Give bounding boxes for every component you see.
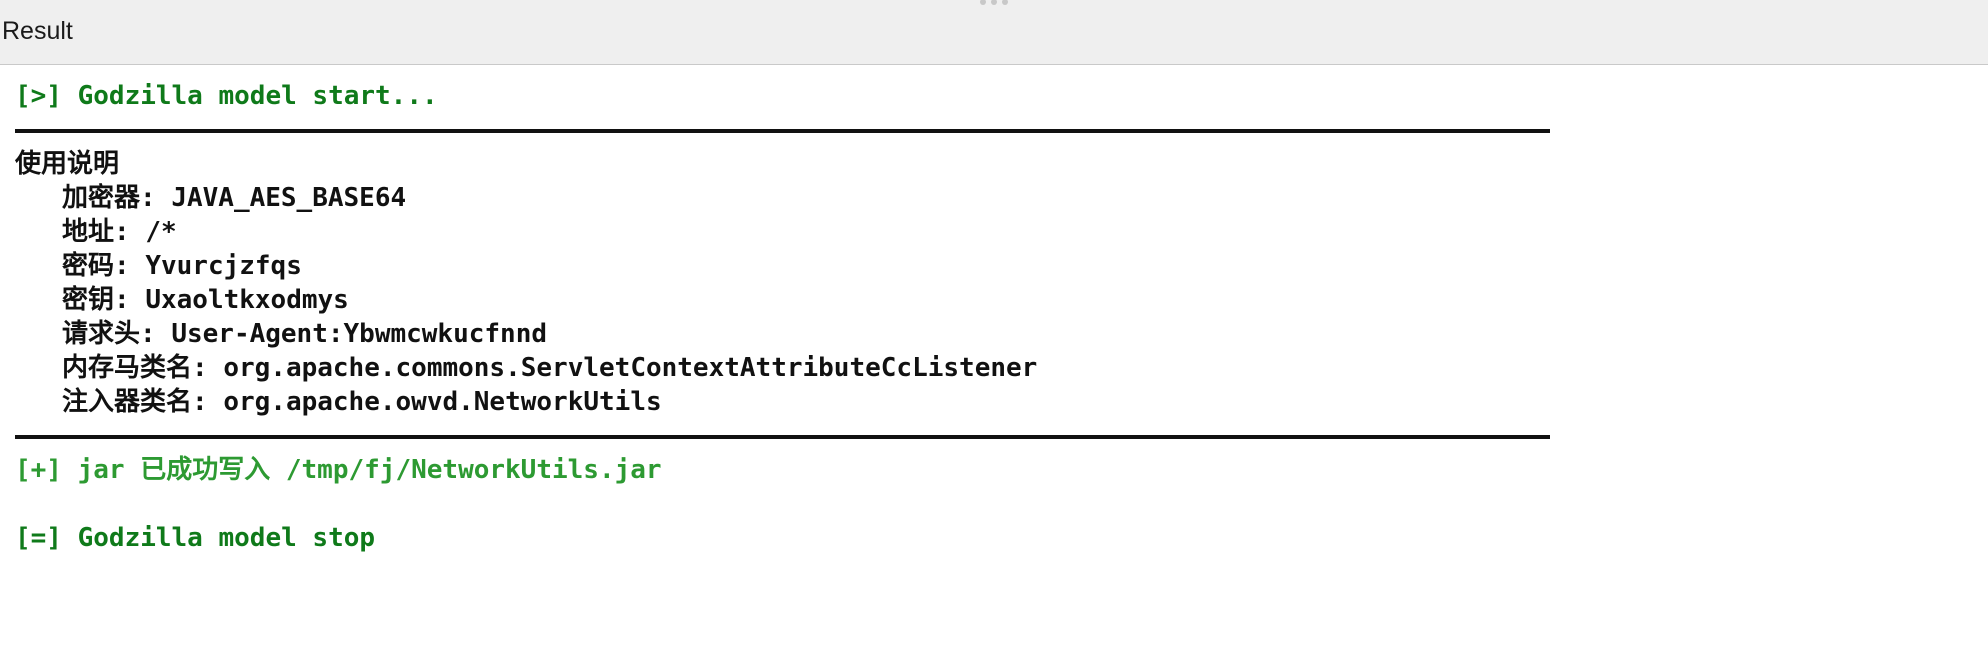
- field-value: org.apache.owvd.NetworkUtils: [223, 387, 662, 417]
- separator-line: [15, 129, 1550, 133]
- field-label: 注入器类名: [62, 387, 193, 417]
- section-title: 使用说明: [15, 149, 120, 179]
- result-window: Result [>] Godzilla model start... 使用说明 …: [0, 0, 1988, 652]
- success-line: [+] jar 已成功写入 /tmp/fj/NetworkUtils.jar: [15, 455, 662, 485]
- field-injector-class: 注入器类名: org.apache.owvd.NetworkUtils: [62, 387, 662, 417]
- field-label: 内存马类名: [62, 353, 193, 383]
- field-encryptor: 加密器: JAVA_AES_BASE64: [62, 183, 407, 213]
- window-title: Result: [2, 17, 73, 45]
- field-label: 地址: [62, 217, 115, 247]
- start-line: [>] Godzilla model start...: [15, 81, 438, 111]
- drag-dot-icon: [1002, 0, 1008, 5]
- field-password: 密码: Yvurcjzfqs: [62, 251, 302, 281]
- field-address: 地址: /*: [62, 217, 177, 247]
- stop-line: [=] Godzilla model stop: [15, 523, 376, 553]
- drag-dot-icon: [980, 0, 986, 5]
- field-label: 请求头: [62, 319, 141, 349]
- field-value: /*: [145, 217, 177, 247]
- field-value: User-Agent:Ybwmcwkucfnnd: [171, 319, 548, 349]
- field-request-header: 请求头: User-Agent:Ybwmcwkucfnnd: [62, 319, 548, 349]
- field-memshell-class: 内存马类名: org.apache.commons.ServletContext…: [62, 353, 1038, 383]
- title-bar: Result: [0, 0, 1988, 65]
- console-output[interactable]: [>] Godzilla model start... 使用说明 加密器: JA…: [0, 65, 1988, 652]
- field-value: Uxaoltkxodmys: [145, 285, 349, 315]
- field-label: 密钥: [62, 285, 115, 315]
- field-label: 密码: [62, 251, 115, 281]
- field-label: 加密器: [62, 183, 141, 213]
- field-value: org.apache.commons.ServletContextAttribu…: [223, 353, 1038, 383]
- field-key: 密钥: Uxaoltkxodmys: [62, 285, 349, 315]
- field-value: Yvurcjzfqs: [145, 251, 302, 281]
- separator-line: [15, 435, 1550, 439]
- drag-handle[interactable]: [978, 0, 1010, 7]
- drag-dot-icon: [991, 0, 997, 5]
- field-value: JAVA_AES_BASE64: [171, 183, 407, 213]
